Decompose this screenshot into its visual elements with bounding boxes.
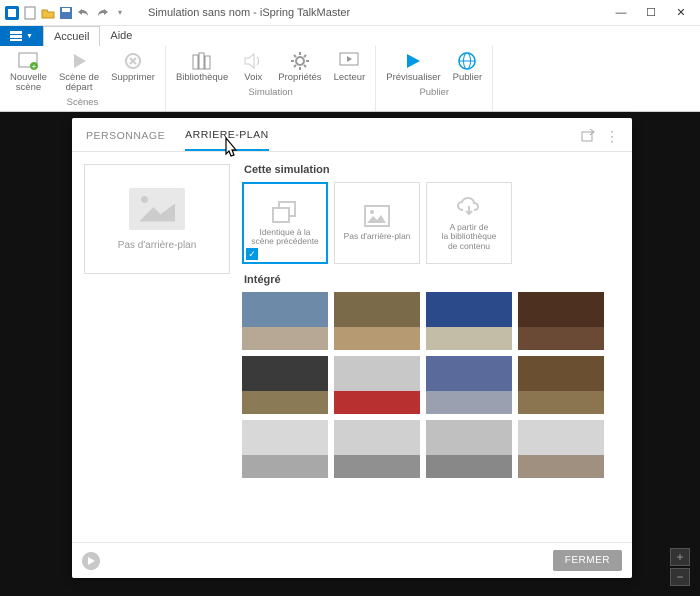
voice-button[interactable]: Voix <box>236 48 270 85</box>
tab-character[interactable]: PERSONNAGE <box>86 130 165 150</box>
background-panel: PERSONNAGE ARRIERE-PLAN ⋮ Pas d'arrière-… <box>72 118 632 578</box>
voice-icon <box>242 50 264 72</box>
globe-icon <box>456 50 478 72</box>
image-placeholder-icon <box>129 188 185 230</box>
app-icon <box>4 5 20 21</box>
player-icon <box>338 50 360 72</box>
zoom-out-button[interactable]: − <box>670 568 690 586</box>
properties-button[interactable]: Propriétés <box>274 48 325 85</box>
player-button[interactable]: Lecteur <box>330 48 370 85</box>
minimize-button[interactable]: — <box>606 2 636 24</box>
footer-play-button[interactable] <box>82 552 100 570</box>
background-thumb[interactable] <box>518 292 604 350</box>
maximize-button[interactable]: ☐ <box>636 2 666 24</box>
titlebar: ▾ Simulation sans nom - iSpring TalkMast… <box>0 0 700 26</box>
stage: PERSONNAGE ARRIERE-PLAN ⋮ Pas d'arrière-… <box>0 112 700 596</box>
background-thumb[interactable] <box>518 356 604 414</box>
library-button[interactable]: Bibliothèque <box>172 48 232 85</box>
file-tab[interactable]: ▼ <box>0 26 43 46</box>
card-no-background[interactable]: Pas d'arrière-plan <box>334 182 420 264</box>
background-thumb[interactable] <box>426 420 512 478</box>
delete-icon <box>122 50 144 72</box>
open-icon[interactable] <box>40 5 56 21</box>
file-tab-icon <box>10 31 22 41</box>
tab-help[interactable]: Aide <box>100 26 142 46</box>
new-doc-icon[interactable] <box>22 5 38 21</box>
background-thumb[interactable] <box>334 420 420 478</box>
new-scene-icon: + <box>17 50 39 72</box>
background-thumb[interactable] <box>426 356 512 414</box>
preview-label: Pas d'arrière-plan <box>118 240 197 251</box>
section-builtin: Intégré <box>244 274 622 286</box>
card-content-library[interactable]: A partir de la bibliothèque de contenu <box>426 182 512 264</box>
background-thumb[interactable] <box>242 292 328 350</box>
background-thumb[interactable] <box>242 420 328 478</box>
delete-button[interactable]: Supprimer <box>107 48 159 95</box>
background-thumb[interactable] <box>426 292 512 350</box>
publish-button[interactable]: Publier <box>449 48 487 85</box>
save-icon[interactable] <box>58 5 74 21</box>
preview-button[interactable]: Prévisualiser <box>382 48 444 85</box>
tab-background[interactable]: ARRIERE-PLAN <box>185 129 269 151</box>
preview-box: Pas d'arrière-plan <box>84 164 230 274</box>
more-icon[interactable]: ⋮ <box>605 128 618 145</box>
play-icon <box>87 557 95 565</box>
stacked-rects-icon <box>271 200 299 224</box>
close-button[interactable]: FERMER <box>553 550 622 571</box>
ribbon-group-simulation-label: Simulation <box>248 87 292 98</box>
image-placeholder-icon <box>363 204 391 228</box>
background-thumb[interactable] <box>334 292 420 350</box>
play-icon <box>68 50 90 72</box>
close-window-button[interactable]: ✕ <box>666 2 696 24</box>
ribbon-group-scenes-label: Scènes <box>67 97 99 108</box>
background-thumb[interactable] <box>334 356 420 414</box>
gear-icon <box>289 50 311 72</box>
zoom-controls: + − <box>670 548 690 586</box>
qat-dropdown-icon[interactable]: ▾ <box>112 5 128 21</box>
new-scene-button[interactable]: +Nouvelle scène <box>6 48 51 95</box>
window-title: Simulation sans nom - iSpring TalkMaster <box>128 7 606 19</box>
start-scene-button[interactable]: Scène de départ <box>55 48 103 95</box>
zoom-in-button[interactable]: + <box>670 548 690 566</box>
cloud-download-icon <box>455 195 483 219</box>
section-this-simulation: Cette simulation <box>244 164 622 176</box>
background-thumb[interactable] <box>242 356 328 414</box>
svg-text:+: + <box>32 62 37 70</box>
library-icon <box>191 50 213 72</box>
ribbon-tabbar: ▼ Accueil Aide <box>0 26 700 46</box>
export-icon[interactable] <box>581 128 595 145</box>
ribbon-group-publish-label: Publier <box>419 87 449 98</box>
card-same-as-previous[interactable]: Identique à la scène précédente <box>242 182 328 264</box>
undo-icon[interactable] <box>76 5 92 21</box>
background-thumb[interactable] <box>518 420 604 478</box>
redo-icon[interactable] <box>94 5 110 21</box>
tab-home[interactable]: Accueil <box>43 26 100 46</box>
ribbon: +Nouvelle scène Scène de départ Supprime… <box>0 46 700 112</box>
preview-icon <box>402 50 424 72</box>
